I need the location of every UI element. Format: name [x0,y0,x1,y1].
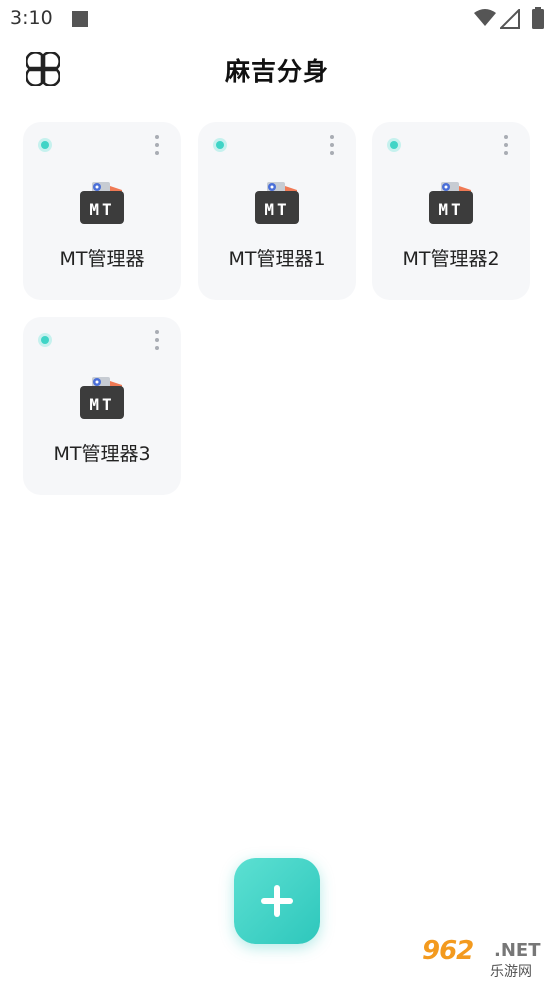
add-app-button[interactable] [234,858,320,944]
more-options-icon[interactable] [324,133,340,159]
running-status-dot [213,138,227,152]
watermark-site-name: 乐游网 [490,964,532,980]
wifi-icon [474,9,496,26]
more-options-icon[interactable] [149,133,165,159]
status-bar: 3:10 [0,0,554,38]
app-icon-text: MT [89,200,115,219]
app-name: MT管理器3 [53,443,151,465]
more-options-icon[interactable] [498,133,514,159]
app-icon-text: MT [89,395,115,414]
app-name: MT管理器2 [402,248,500,270]
watermark-number: 962 [422,936,474,966]
running-status-dot [38,333,52,347]
site-watermark: 962 .NET 乐游网 [414,936,550,980]
app-name: MT管理器1 [228,248,326,270]
running-status-dot [387,138,401,152]
battery-icon [532,7,544,29]
plus-icon [261,885,293,917]
cellular-signal-icon [500,9,520,29]
app-card[interactable]: MT MT管理器3 [23,317,181,495]
running-status-dot [38,138,52,152]
more-options-icon[interactable] [149,328,165,354]
notification-square-icon [72,11,88,27]
page-title: 麻吉分身 [224,57,329,86]
app-card[interactable]: MT MT管理器2 [372,122,530,300]
app-icon-text: MT [438,200,464,219]
app-card[interactable]: MT MT管理器 [23,122,181,300]
app-card[interactable]: MT MT管理器1 [198,122,356,300]
app-icon-text: MT [264,200,290,219]
app-header: 麻吉分身 [0,40,554,98]
app-name: MT管理器 [59,248,145,270]
status-time: 3:10 [10,7,53,29]
watermark-suffix: .NET [494,940,541,961]
